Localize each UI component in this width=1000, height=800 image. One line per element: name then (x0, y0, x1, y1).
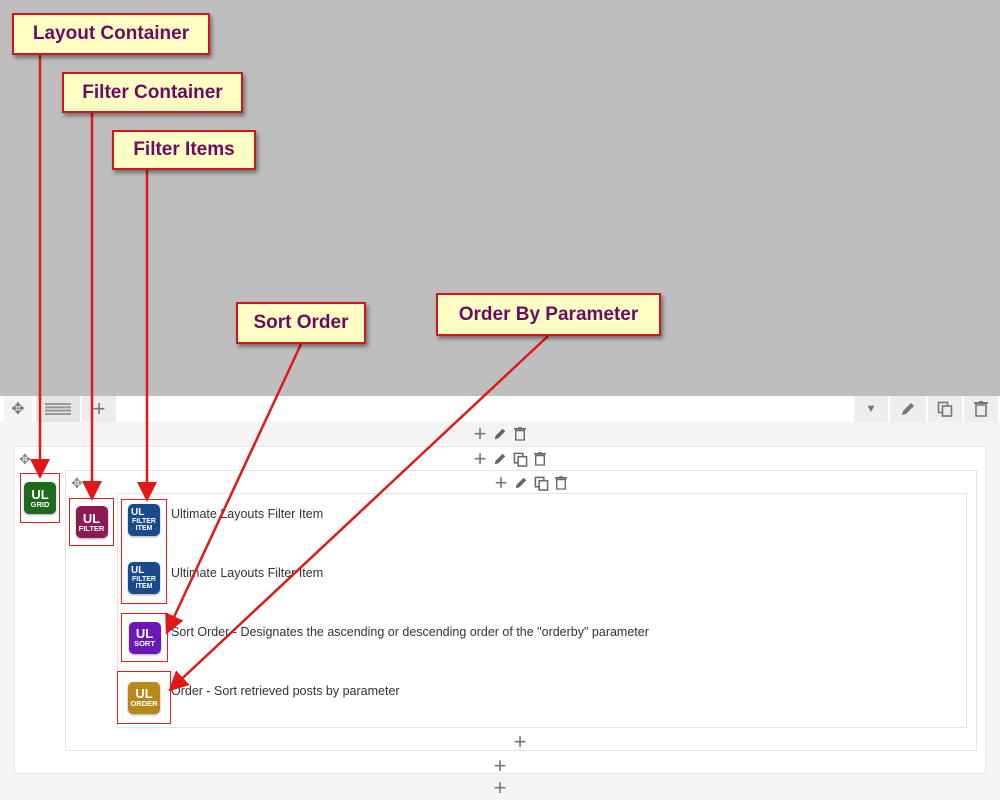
order-label: Order - Sort retrieved posts by paramete… (171, 684, 400, 698)
badge-text: UL (131, 565, 145, 576)
add-module-button[interactable]: + (490, 755, 510, 777)
plus-icon: + (473, 421, 487, 446)
copy-icon (534, 476, 548, 491)
badge-subtext: FILTER (78, 523, 105, 533)
row-layout-button[interactable] (36, 396, 80, 422)
filter-drag-handle[interactable]: ✥ (71, 475, 83, 492)
row-copy-button[interactable] (928, 396, 962, 422)
sort-order-label: Sort Order - Designates the ascending or… (171, 625, 649, 639)
copy-icon (513, 452, 527, 467)
row-controls: + (471, 421, 529, 446)
copy-icon (937, 401, 953, 417)
callout-sort-order: Sort Order (236, 302, 366, 344)
move-icon: ✥ (11, 401, 25, 418)
filter-badge-icon: UL FILTER (75, 506, 108, 538)
edit-column-button[interactable] (491, 425, 509, 443)
callout-filter-container: Filter Container (62, 72, 243, 113)
sort-module[interactable]: UL SORT (121, 613, 168, 662)
badge-subtext: GRID (30, 499, 50, 509)
callout-order-by-parameter: Order By Parameter (436, 293, 661, 336)
row-dropdown-button[interactable]: ▼ (854, 396, 888, 422)
row-delete-button[interactable] (964, 396, 998, 422)
row-edit-button[interactable] (890, 396, 926, 422)
row-add-button[interactable]: + (82, 396, 116, 422)
callout-layout-container: Layout Container (12, 13, 210, 55)
badge-text: UL (131, 507, 145, 518)
plus-icon: + (493, 775, 507, 800)
plus-icon: + (473, 446, 487, 471)
plus-icon: + (92, 396, 106, 421)
layout-drag-handle[interactable]: ✥ (19, 451, 31, 468)
add-row-button[interactable]: + (490, 777, 510, 799)
layout-edit-button[interactable] (491, 450, 509, 468)
trash-icon (534, 452, 546, 466)
filter-item-label: Ultimate Layouts Filter Item (171, 566, 324, 580)
filter-copy-button[interactable] (532, 474, 550, 492)
add-filter-item-button[interactable]: + (510, 731, 530, 753)
layout-delete-button[interactable] (531, 450, 549, 468)
layout-lines-icon (45, 403, 71, 415)
badge-subtext: FILTER ITEM (132, 518, 156, 532)
chevron-down-icon: ▼ (865, 403, 877, 415)
layout-controls: + (471, 446, 549, 471)
canvas-background (0, 0, 1000, 396)
order-module[interactable]: UL ORDER (117, 671, 171, 724)
plus-icon: + (494, 470, 508, 495)
badge-subtext: SORT (134, 639, 155, 648)
filter-item-badge-icon[interactable]: UL FILTER ITEM (128, 504, 160, 536)
grid-badge-icon: UL GRID (24, 482, 56, 514)
grid-module[interactable]: UL GRID (20, 473, 60, 523)
badge-text: UL (31, 486, 49, 502)
row-drag-handle[interactable]: ✥ (4, 396, 32, 422)
badge-text: UL (82, 510, 101, 526)
order-badge-icon: UL ORDER (128, 681, 160, 714)
move-icon: ✥ (19, 451, 31, 467)
pencil-icon (494, 453, 506, 465)
layout-add-button[interactable]: + (471, 446, 489, 471)
plus-icon: + (513, 729, 527, 754)
filter-items-group: UL FILTER ITEM UL FILTER ITEM (121, 499, 167, 604)
trash-icon (974, 401, 988, 417)
filter-controls: + (492, 470, 570, 495)
row-toolbar: ✥ + ▼ (0, 396, 1000, 422)
layout-copy-button[interactable] (511, 450, 529, 468)
pencil-icon (902, 403, 914, 415)
filter-module[interactable]: UL FILTER (69, 498, 114, 546)
pencil-icon (494, 428, 506, 440)
filter-item-badge-icon[interactable]: UL FILTER ITEM (128, 562, 160, 594)
badge-subtext: FILTER ITEM (132, 576, 156, 590)
pencil-icon (515, 477, 527, 489)
add-column-button[interactable]: + (471, 421, 489, 446)
trash-icon (514, 427, 526, 441)
trash-icon (555, 476, 567, 490)
sort-badge-icon: UL SORT (128, 621, 161, 654)
filter-delete-button[interactable] (552, 474, 570, 492)
badge-subtext: ORDER (130, 699, 158, 708)
filter-item-label: Ultimate Layouts Filter Item (171, 507, 324, 521)
filter-edit-button[interactable] (512, 474, 530, 492)
delete-column-button[interactable] (511, 425, 529, 443)
callout-filter-items: Filter Items (112, 130, 256, 170)
move-icon: ✥ (71, 475, 83, 491)
filter-add-button[interactable]: + (492, 470, 510, 495)
